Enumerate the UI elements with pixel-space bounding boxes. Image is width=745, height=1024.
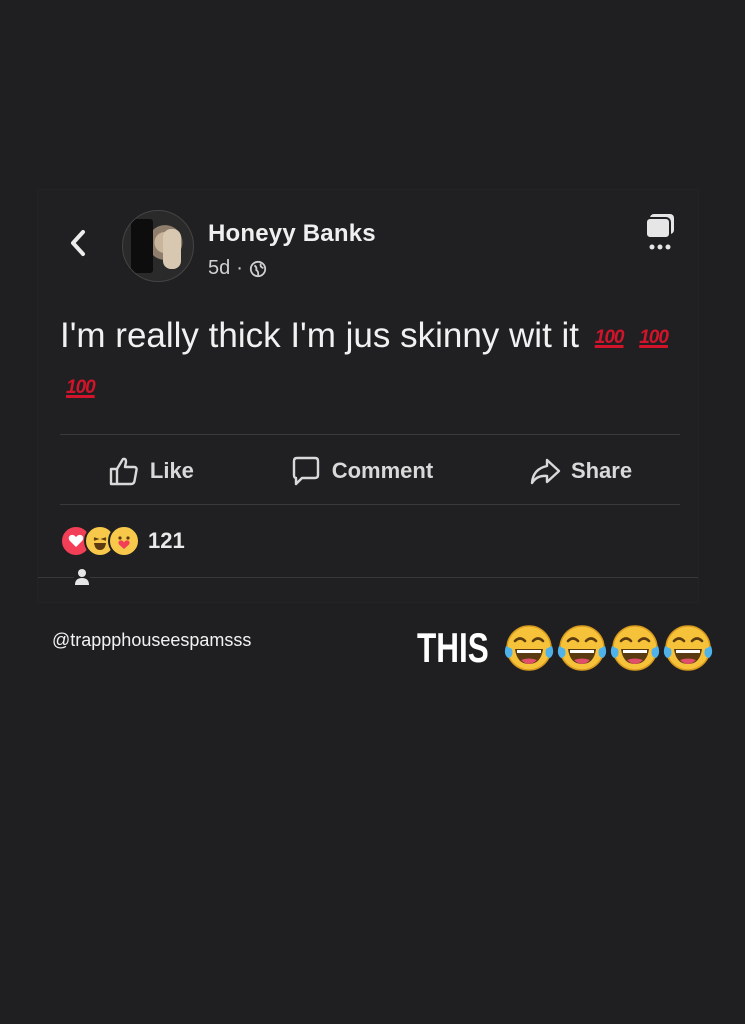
care-reaction-icon (108, 525, 140, 557)
reaction-count: 121 (148, 528, 185, 553)
like-button[interactable]: Like (108, 455, 194, 487)
post-meta: 5d · (208, 257, 267, 280)
avatar[interactable] (122, 210, 194, 282)
person-icon (74, 568, 90, 586)
saved-options-icon (645, 214, 674, 250)
reactions-summary[interactable]: 121 (60, 525, 185, 557)
tears-of-joy-emoji-icon (663, 625, 712, 671)
watermark-handle: @trappphouseespamsss (52, 630, 252, 650)
share-button[interactable]: Share (529, 455, 632, 487)
thumbs-up-icon (109, 457, 138, 486)
share-label: Share (570, 458, 633, 483)
divider (60, 434, 680, 435)
tears-of-joy-emoji-icon (610, 625, 659, 671)
back-button[interactable] (66, 226, 90, 260)
hundred-points-icon: 100 (594, 327, 625, 348)
post-card: Honeyy Banks 5d · I'm really thick I'm j… (38, 190, 698, 602)
divider (38, 577, 698, 578)
emoji-row (503, 622, 714, 674)
divider (60, 504, 680, 505)
like-label: Like (149, 458, 194, 483)
chevron-left-icon (71, 230, 85, 256)
tears-of-joy-emoji-icon (557, 625, 606, 671)
hundred-points-icon: 100 (639, 327, 669, 348)
post-timestamp[interactable]: 5d (208, 257, 230, 280)
globe-icon (249, 260, 267, 277)
author-name[interactable]: Honeyy Banks (208, 220, 376, 248)
post-body: I'm really thick I'm jus skinny wit it (60, 316, 580, 355)
comment-icon (292, 456, 319, 486)
comment-button[interactable]: Comment (290, 455, 433, 487)
meta-separator: · (236, 257, 243, 279)
post-text: I'm really thick I'm jus skinny wit it 1… (60, 312, 680, 412)
hundred-points-icon: 100 (66, 377, 96, 398)
caption-text: THIS (417, 624, 489, 671)
caption: THIS (417, 622, 714, 674)
share-icon (530, 458, 561, 485)
save-options-button[interactable] (644, 212, 680, 252)
action-bar: Like Comment Share (60, 440, 680, 502)
tears-of-joy-emoji-icon (504, 625, 553, 671)
comment-label: Comment (331, 458, 434, 483)
